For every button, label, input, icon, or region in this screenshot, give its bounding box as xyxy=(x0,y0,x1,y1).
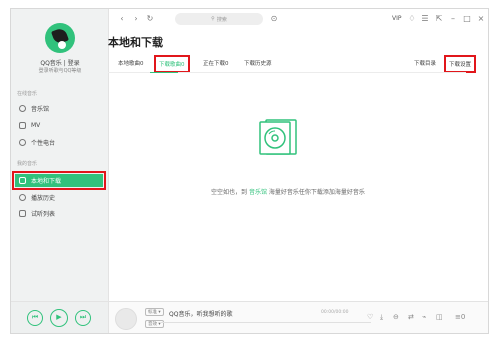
previous-icon[interactable]: ⏮ xyxy=(27,310,43,326)
sidebar-item-label: 播放历史 xyxy=(31,195,56,202)
sidebar-item-history[interactable]: 播放历史 xyxy=(15,191,103,204)
tab-downloaded-songs[interactable]: 下载歌曲0 xyxy=(154,55,190,73)
volume-icon[interactable]: ⌁ xyxy=(422,313,426,321)
page-title: 本地和下载 xyxy=(108,36,163,49)
forward-icon[interactable]: › xyxy=(131,14,141,24)
sidebar-item-label: 试听列表 xyxy=(31,211,56,218)
skin-icon[interactable]: ♢ xyxy=(407,14,417,24)
music-hall-icon xyxy=(19,105,26,112)
player-bar: ⏮ ▶ ⏭ 标准 ▾ 音效 ▾ QQ音乐，听我想听的歌 00:00/00:00 … xyxy=(11,301,488,333)
menu-icon[interactable]: ☰ xyxy=(420,14,430,24)
sidebar-item-radio[interactable]: 个性电台 xyxy=(15,136,103,149)
search-icon: ⚲ xyxy=(211,16,215,22)
lyrics-icon[interactable]: ◫ xyxy=(436,313,443,321)
sidebar-item-label: 本地和下载 xyxy=(31,178,62,185)
tab-local-songs[interactable]: 本地歌曲0 xyxy=(118,59,144,67)
mv-icon xyxy=(19,122,26,129)
search-input[interactable]: ⚲ 搜索 xyxy=(175,13,263,25)
local-download-icon xyxy=(19,177,26,184)
download-settings-link[interactable]: 下载设置 xyxy=(443,55,477,73)
sidebar-item-trial-list[interactable]: 试听列表 xyxy=(15,207,103,220)
play-time: 00:00/00:00 xyxy=(321,310,349,315)
close-icon[interactable]: × xyxy=(476,14,486,24)
download-icon[interactable]: ⤓ xyxy=(380,313,383,322)
music-hall-link[interactable]: 音乐馆 xyxy=(249,189,267,196)
player-controls: ⏮ ▶ ⏭ xyxy=(11,302,109,333)
minimize-icon[interactable]: – xyxy=(448,14,458,24)
playlist-icon xyxy=(19,210,26,217)
section-title-my-music: 我的音乐 xyxy=(17,161,38,167)
tab-downloading[interactable]: 正在下载0 xyxy=(203,59,229,67)
user-subtitle: 登录听歌与QQ等级 xyxy=(38,68,82,74)
empty-state-text: 空空如也，到 音乐馆 海量好音乐任你下载添加海量好音乐 xyxy=(188,187,388,196)
top-bar: ‹ › ↻ ⚲ 搜索 ⊙ VIP ♢ ☰ ⇱ – □ × xyxy=(109,9,488,31)
sidebar-item-local-download[interactable]: 本地和下载 xyxy=(12,171,106,190)
like-icon[interactable]: ♡ xyxy=(367,313,373,321)
user-name[interactable]: QQ音乐 | 登录 xyxy=(11,58,109,67)
app-window: QQ音乐 | 登录 登录听歌与QQ等级 在线音乐 音乐馆 MV 个性电台 我的音… xyxy=(10,8,489,334)
listen-history-icon[interactable]: ⊙ xyxy=(269,14,279,24)
empty-state-suffix: 海量好音乐任你下载添加海量好音乐 xyxy=(268,189,365,196)
sidebar: QQ音乐 | 登录 登录听歌与QQ等级 在线音乐 音乐馆 MV 个性电台 我的音… xyxy=(11,9,109,301)
quality-select[interactable]: 标准 ▾ xyxy=(145,308,164,316)
tab-download-history[interactable]: 下载历史源 xyxy=(244,59,272,67)
active-tab-indicator xyxy=(150,72,178,73)
more-icon[interactable]: ⊖ xyxy=(393,313,399,321)
vip-link[interactable]: VIP xyxy=(392,15,402,22)
back-icon[interactable]: ‹ xyxy=(117,14,127,24)
album-cover[interactable] xyxy=(115,308,137,330)
avatar[interactable] xyxy=(45,23,75,53)
progress-bar[interactable] xyxy=(161,322,371,323)
playlist-count-icon[interactable]: ≡0 xyxy=(455,313,465,321)
sidebar-item-label: 个性电台 xyxy=(31,140,56,147)
sidebar-item-label: 音乐馆 xyxy=(31,106,50,113)
next-icon[interactable]: ⏭ xyxy=(75,310,91,326)
search-placeholder: 搜索 xyxy=(216,16,227,23)
download-folder-link[interactable]: 下载目录 xyxy=(414,59,436,67)
empty-disc-icon xyxy=(259,119,297,155)
shuffle-icon[interactable]: ⇄ xyxy=(408,313,414,321)
maximize-icon[interactable]: □ xyxy=(462,14,472,24)
sidebar-item-music-hall[interactable]: 音乐馆 xyxy=(15,102,103,115)
sidebar-item-mv[interactable]: MV xyxy=(15,119,103,132)
mini-mode-icon[interactable]: ⇱ xyxy=(434,14,444,24)
sidebar-item-label: MV xyxy=(31,122,41,129)
radio-icon xyxy=(19,139,26,146)
empty-state-prefix: 空空如也，到 xyxy=(211,189,248,196)
refresh-icon[interactable]: ↻ xyxy=(145,14,155,24)
song-title: QQ音乐，听我想听的歌 xyxy=(169,311,233,318)
section-title-online: 在线音乐 xyxy=(17,91,38,97)
history-icon xyxy=(19,194,26,201)
play-icon[interactable]: ▶ xyxy=(50,309,68,327)
